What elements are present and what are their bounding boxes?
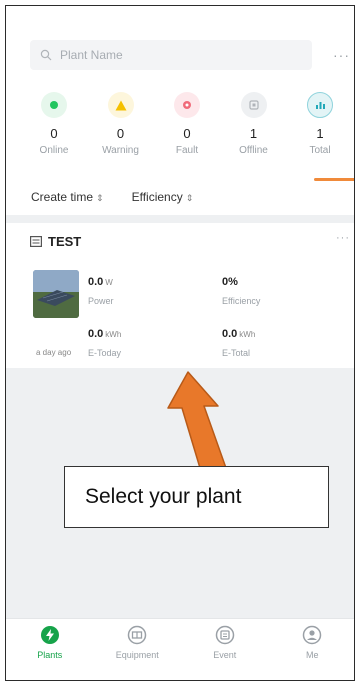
- nav-me[interactable]: Me: [272, 625, 352, 660]
- power-value: 0.0: [88, 276, 104, 288]
- nav-equipment-label: Equipment: [115, 650, 159, 660]
- status-offline[interactable]: 1 Offline: [224, 92, 284, 172]
- equipment-icon: [128, 625, 147, 645]
- bottom-navigation: Plants Equipment Event Me: [6, 618, 354, 680]
- phone-screen: ··· 0 Online 0 Warning 0 Fault: [5, 5, 355, 681]
- power-label: Power: [88, 296, 114, 306]
- status-warning[interactable]: 0 Warning: [91, 92, 151, 172]
- power-unit: W: [105, 278, 113, 287]
- annotation-text: Select your plant: [85, 485, 242, 508]
- e-total-value: 0.0: [222, 328, 238, 340]
- status-total[interactable]: 1 Total: [290, 92, 350, 172]
- nav-equipment[interactable]: Equipment: [97, 625, 177, 660]
- online-count: 0: [50, 126, 58, 141]
- e-total-metric: 0.0 kWh E-Total: [222, 324, 255, 358]
- e-today-metric: 0.0 kWh E-Today: [88, 324, 121, 358]
- e-today-unit: kWh: [105, 330, 122, 339]
- last-update-time: a day ago: [36, 348, 72, 357]
- status-summary: 0 Online 0 Warning 0 Fault 1 Offline 1 T…: [24, 92, 350, 172]
- warning-icon: [107, 92, 134, 118]
- offline-count: 1: [249, 126, 258, 141]
- e-today-label: E-Today: [88, 348, 122, 358]
- plant-card[interactable]: a day ago 0.0 W Power 0% Efficiency 0.0 kW…: [6, 258, 354, 368]
- nav-me-label: Me: [305, 650, 319, 660]
- nav-plants[interactable]: Plants: [10, 625, 90, 660]
- sort-arrows-icon: ⇕: [185, 193, 194, 203]
- status-fault[interactable]: 0 Fault: [157, 92, 217, 172]
- offline-icon: [240, 92, 267, 118]
- sort-efficiency[interactable]: Efficiency ⇕: [132, 190, 194, 204]
- nav-plants-label: Plants: [37, 650, 63, 660]
- warning-label: Warning: [102, 145, 139, 156]
- user-icon: [303, 625, 322, 645]
- fault-count: 0: [183, 126, 191, 141]
- search-icon: [40, 49, 52, 61]
- plant-name: TEST: [48, 233, 82, 249]
- plant-icon: [40, 626, 59, 644]
- offline-label: Offline: [239, 145, 268, 156]
- search-input[interactable]: [58, 47, 292, 63]
- section-divider: [6, 215, 354, 223]
- event-icon: [215, 625, 234, 645]
- efficiency-label: Efficiency: [222, 296, 261, 306]
- search-row: ···: [30, 40, 350, 70]
- online-status-icon: [41, 92, 67, 118]
- plant-more-button[interactable]: ···: [336, 232, 350, 244]
- online-label: Online: [39, 145, 69, 156]
- e-today-value: 0.0: [88, 328, 104, 340]
- nav-event[interactable]: Event: [185, 625, 265, 660]
- total-label: Total: [309, 145, 331, 156]
- total-count: 1: [316, 126, 324, 141]
- plant-list-icon: [30, 235, 42, 247]
- status-online[interactable]: 0 Online: [24, 92, 84, 172]
- plant-thumbnail: [33, 270, 79, 318]
- fault-label: Fault: [175, 145, 199, 156]
- nav-event-label: Event: [213, 650, 237, 660]
- annotation-callout: Select your plant: [64, 466, 329, 528]
- fault-icon: [174, 92, 200, 118]
- e-total-unit: kWh: [239, 330, 256, 339]
- selected-tab-indicator: [314, 178, 354, 181]
- search-box[interactable]: [30, 40, 312, 70]
- sort-arrows-icon: ⇕: [96, 193, 104, 203]
- chart-icon: [307, 92, 333, 118]
- plant-header: TEST ···: [30, 232, 350, 250]
- efficiency-metric: 0% Efficiency: [222, 272, 260, 306]
- sort-efficiency-label: Efficiency: [131, 190, 183, 204]
- power-metric: 0.0 W Power: [88, 272, 114, 306]
- efficiency-value: 0%: [222, 276, 238, 288]
- sort-create-time[interactable]: Create time ⇕: [31, 190, 104, 204]
- sort-create-time-label: Create time: [31, 190, 94, 204]
- e-total-label: E-Total: [222, 348, 251, 358]
- more-options-button[interactable]: ···: [333, 47, 350, 63]
- sort-bar: Create time ⇕ Efficiency ⇕: [31, 190, 193, 204]
- warning-count: 0: [116, 126, 125, 141]
- annotation-arrow-icon: [167, 371, 227, 469]
